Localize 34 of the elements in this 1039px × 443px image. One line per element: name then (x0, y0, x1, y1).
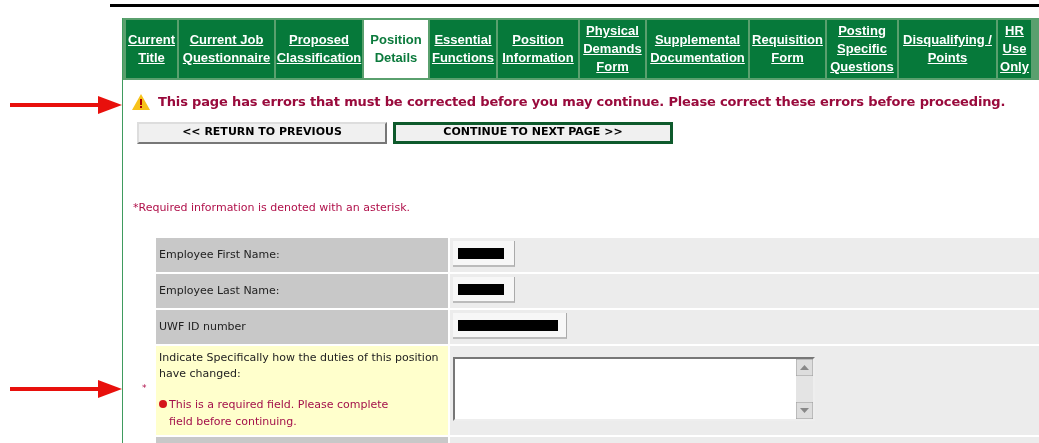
error-message: This page has errors that must be corrected before you may continue. Please correct these errors before proceeding. (158, 93, 1006, 111)
field-label: Indicate Specifically how the duties of this position have changed: (159, 350, 440, 382)
tab[interactable]: Physical Demands Form (580, 20, 645, 78)
field-label: UWF ID number (159, 319, 247, 335)
field-label: Employee First Name: (159, 247, 281, 263)
text-field[interactable] (453, 277, 515, 303)
warning-icon (132, 93, 150, 110)
continue-button[interactable]: CONTINUE TO NEXT PAGE >> (393, 121, 673, 144)
redaction-bar (458, 283, 504, 295)
required-note: *Required information is denoted with an asterisk. (133, 199, 411, 216)
scroll-down-icon[interactable] (796, 402, 813, 419)
tab[interactable]: Requisition Form (750, 20, 825, 78)
redaction-bar (458, 247, 504, 259)
text-field[interactable] (453, 313, 567, 339)
tab[interactable]: HR Use Only (998, 20, 1031, 78)
error-dot-icon (159, 400, 167, 408)
tab[interactable]: Current Title (126, 20, 177, 78)
tab[interactable]: Essential Functions (430, 20, 496, 78)
tab[interactable]: Position Details (364, 20, 428, 78)
tab[interactable]: Position Information (498, 20, 578, 78)
field-label: Employee Last Name: (159, 283, 281, 299)
arrow-icon (10, 96, 122, 114)
text-area[interactable] (453, 357, 815, 421)
scroll-up-icon[interactable] (796, 359, 813, 376)
arrow-icon (10, 380, 122, 398)
return-button[interactable]: << RETURN TO PREVIOUS (137, 121, 387, 144)
text-field[interactable] (453, 241, 515, 267)
tab[interactable]: Disqualifying / Points (899, 20, 996, 78)
tab[interactable]: Posting Specific Questions (827, 20, 897, 78)
tab[interactable]: Supplemental Documentation (647, 20, 748, 78)
required-asterisk: * (142, 382, 147, 395)
tab[interactable]: Current Job Questionnaire (179, 20, 274, 78)
field-error: This is a required field. Please complete field before continuing. (169, 397, 390, 430)
tab[interactable]: Proposed Classification (276, 20, 362, 78)
